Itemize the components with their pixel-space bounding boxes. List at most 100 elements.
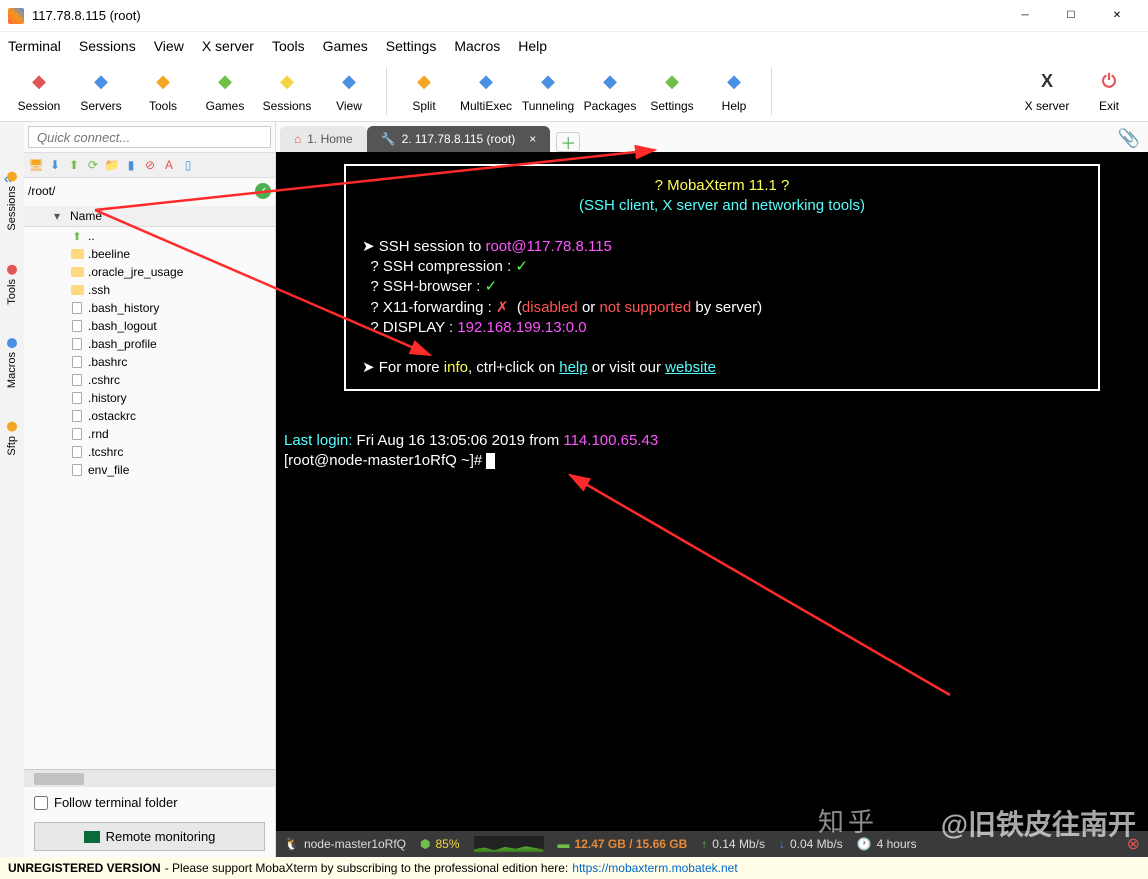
toolbar-split[interactable]: ◆Split — [393, 63, 455, 119]
status-mem: 12.47 GB / 15.66 GB — [575, 837, 688, 851]
sidetab-tools[interactable]: Tools — [4, 263, 20, 307]
status-bar: 🐧 node-master1oRfQ ⬢ 85% ▬ 12.47 GB / 15.66… — [276, 831, 1148, 857]
toolbar-settings[interactable]: ◆Settings — [641, 63, 703, 119]
file-row[interactable]: .rnd — [24, 425, 275, 443]
sidetab-sessions[interactable]: Sessions — [4, 170, 20, 233]
file-row[interactable]: .history — [24, 389, 275, 407]
menu-tools[interactable]: Tools — [272, 38, 305, 54]
home-icon: ⌂ — [294, 132, 301, 146]
toolbar-packages[interactable]: ◆Packages — [579, 63, 641, 119]
terminal[interactable]: ? MobaXterm 11.1 ? (SSH client, X server… — [276, 152, 1148, 831]
toolbar-exit[interactable]: ⏻Exit — [1078, 69, 1140, 113]
tab-ssh[interactable]: 🔧 2. 117.78.8.115 (root) × — [367, 126, 551, 152]
unregistered-label: UNREGISTERED VERSION — [8, 861, 161, 875]
file-row[interactable]: .bash_history — [24, 299, 275, 317]
font-icon[interactable]: A — [161, 157, 177, 173]
monitor-icon — [84, 831, 100, 843]
minimize-button[interactable]: ─ — [1002, 1, 1048, 31]
status-up: 0.14 Mb/s — [712, 837, 765, 851]
ram-icon: ▬ — [558, 837, 570, 851]
terminal-tabs: ⌂ 1. Home 🔧 2. 117.78.8.115 (root) × ＋ — [276, 122, 1148, 152]
footer: UNREGISTERED VERSION - Please support Mo… — [0, 857, 1148, 879]
sftp-hscroll[interactable] — [24, 769, 275, 787]
window-title: 117.78.8.115 (root) — [32, 8, 1002, 23]
menu-sessions[interactable]: Sessions — [79, 38, 136, 54]
status-time: 4 hours — [877, 837, 917, 851]
file-row[interactable]: ⬆.. — [24, 227, 275, 245]
menu-terminal[interactable]: Terminal — [8, 38, 61, 54]
file-row[interactable]: .cshrc — [24, 371, 275, 389]
file-row[interactable]: env_file — [24, 461, 275, 479]
menu-macros[interactable]: Macros — [454, 38, 500, 54]
paperclip-icon[interactable]: 📎 — [1118, 128, 1140, 149]
toolbar-x-server[interactable]: XX server — [1016, 69, 1078, 113]
toolbar-tools[interactable]: ◆Tools — [132, 63, 194, 119]
refresh-icon[interactable]: ⟳ — [85, 157, 101, 173]
status-down: 0.04 Mb/s — [790, 837, 843, 851]
menu-games[interactable]: Games — [323, 38, 368, 54]
status-close-icon[interactable]: ⊗ — [1127, 834, 1140, 854]
sftp-toolbar: 🖥 ⬇ ⬆ ⟳ 📁 ▮ ⊘ A ▯ — [24, 152, 275, 178]
file-row[interactable]: .bash_logout — [24, 317, 275, 335]
menu-help[interactable]: Help — [518, 38, 547, 54]
tab-home[interactable]: ⌂ 1. Home — [280, 126, 367, 152]
toolbar-sessions[interactable]: ◆Sessions — [256, 63, 318, 119]
toolbar-multiexec[interactable]: ◆MultiExec — [455, 63, 517, 119]
tux-icon: 🐧 — [284, 837, 299, 851]
toolbar: ◆Session◆Servers◆Tools◆Games◆Sessions◆Vi… — [0, 60, 1148, 122]
banner-title: ? MobaXterm 11.1 ? — [655, 177, 790, 194]
sidetab-macros[interactable]: Macros — [4, 336, 20, 390]
new-tab-button[interactable]: ＋ — [556, 132, 580, 152]
follow-terminal-checkbox[interactable] — [34, 796, 48, 810]
close-button[interactable]: ✕ — [1094, 1, 1140, 31]
file-row[interactable]: .beeline — [24, 245, 275, 263]
terminal-cursor — [486, 453, 495, 469]
menu-xserver[interactable]: X server — [202, 38, 254, 54]
delete-icon[interactable]: ⊘ — [142, 157, 158, 173]
tab-close-icon[interactable]: × — [529, 132, 536, 146]
cpu-icon: ⬢ — [420, 837, 430, 851]
tool-icon: 🔧 — [381, 132, 396, 146]
path-input[interactable] — [28, 184, 255, 198]
follow-terminal-label: Follow terminal folder — [54, 795, 178, 810]
quick-connect-input[interactable] — [28, 126, 271, 148]
new-folder-icon[interactable]: 📁 — [104, 157, 120, 173]
toolbar-games[interactable]: ◆Games — [194, 63, 256, 119]
footer-link[interactable]: https://mobaxterm.mobatek.net — [572, 861, 737, 875]
path-ok-icon: ✓ — [255, 183, 271, 199]
file-row[interactable]: .bash_profile — [24, 335, 275, 353]
file-row[interactable]: .bashrc — [24, 353, 275, 371]
file-row[interactable]: .ostackrc — [24, 407, 275, 425]
settings-icon[interactable]: ▯ — [180, 157, 196, 173]
menubar: Terminal Sessions View X server Tools Ga… — [0, 32, 1148, 60]
file-row[interactable]: .tcshrc — [24, 443, 275, 461]
upload-icon[interactable]: ⬆ — [66, 157, 82, 173]
remote-monitoring-button[interactable]: Remote monitoring — [34, 822, 265, 851]
toolbar-tunneling[interactable]: ◆Tunneling — [517, 63, 579, 119]
toolbar-help[interactable]: ◆Help — [703, 63, 765, 119]
file-tree-header[interactable]: Name — [70, 209, 102, 223]
computer-icon[interactable]: 🖥 — [28, 157, 44, 173]
status-host: node-master1oRfQ — [304, 837, 406, 851]
up-icon: ↑ — [701, 837, 707, 851]
file-row[interactable]: .oracle_jre_usage — [24, 263, 275, 281]
file-row[interactable]: .ssh — [24, 281, 275, 299]
toolbar-servers[interactable]: ◆Servers — [70, 63, 132, 119]
sftp-panel: 🖥 ⬇ ⬆ ⟳ 📁 ▮ ⊘ A ▯ ✓ ▾ Name ⬆...beeline.o… — [24, 122, 276, 857]
download-icon[interactable]: ⬇ — [47, 157, 63, 173]
menu-settings[interactable]: Settings — [386, 38, 437, 54]
app-logo-icon — [8, 8, 24, 24]
toolbar-view[interactable]: ◆View — [318, 63, 380, 119]
clock-icon: 🕐 — [857, 837, 872, 851]
sidetab-sftp[interactable]: Sftp — [4, 420, 20, 458]
file-tree: ▾ Name ⬆...beeline.oracle_jre_usage.ssh.… — [24, 204, 275, 769]
maximize-button[interactable]: ☐ — [1048, 1, 1094, 31]
titlebar: 117.78.8.115 (root) ─ ☐ ✕ — [0, 0, 1148, 32]
status-cpu: 85% — [435, 837, 459, 851]
banner-subtitle: (SSH client, X server and networking too… — [579, 197, 865, 214]
cpu-sparkline — [474, 836, 544, 852]
zhihu-watermark: 知乎 — [818, 802, 878, 839]
menu-view[interactable]: View — [154, 38, 184, 54]
toolbar-session[interactable]: ◆Session — [8, 63, 70, 119]
copy-icon[interactable]: ▮ — [123, 157, 139, 173]
